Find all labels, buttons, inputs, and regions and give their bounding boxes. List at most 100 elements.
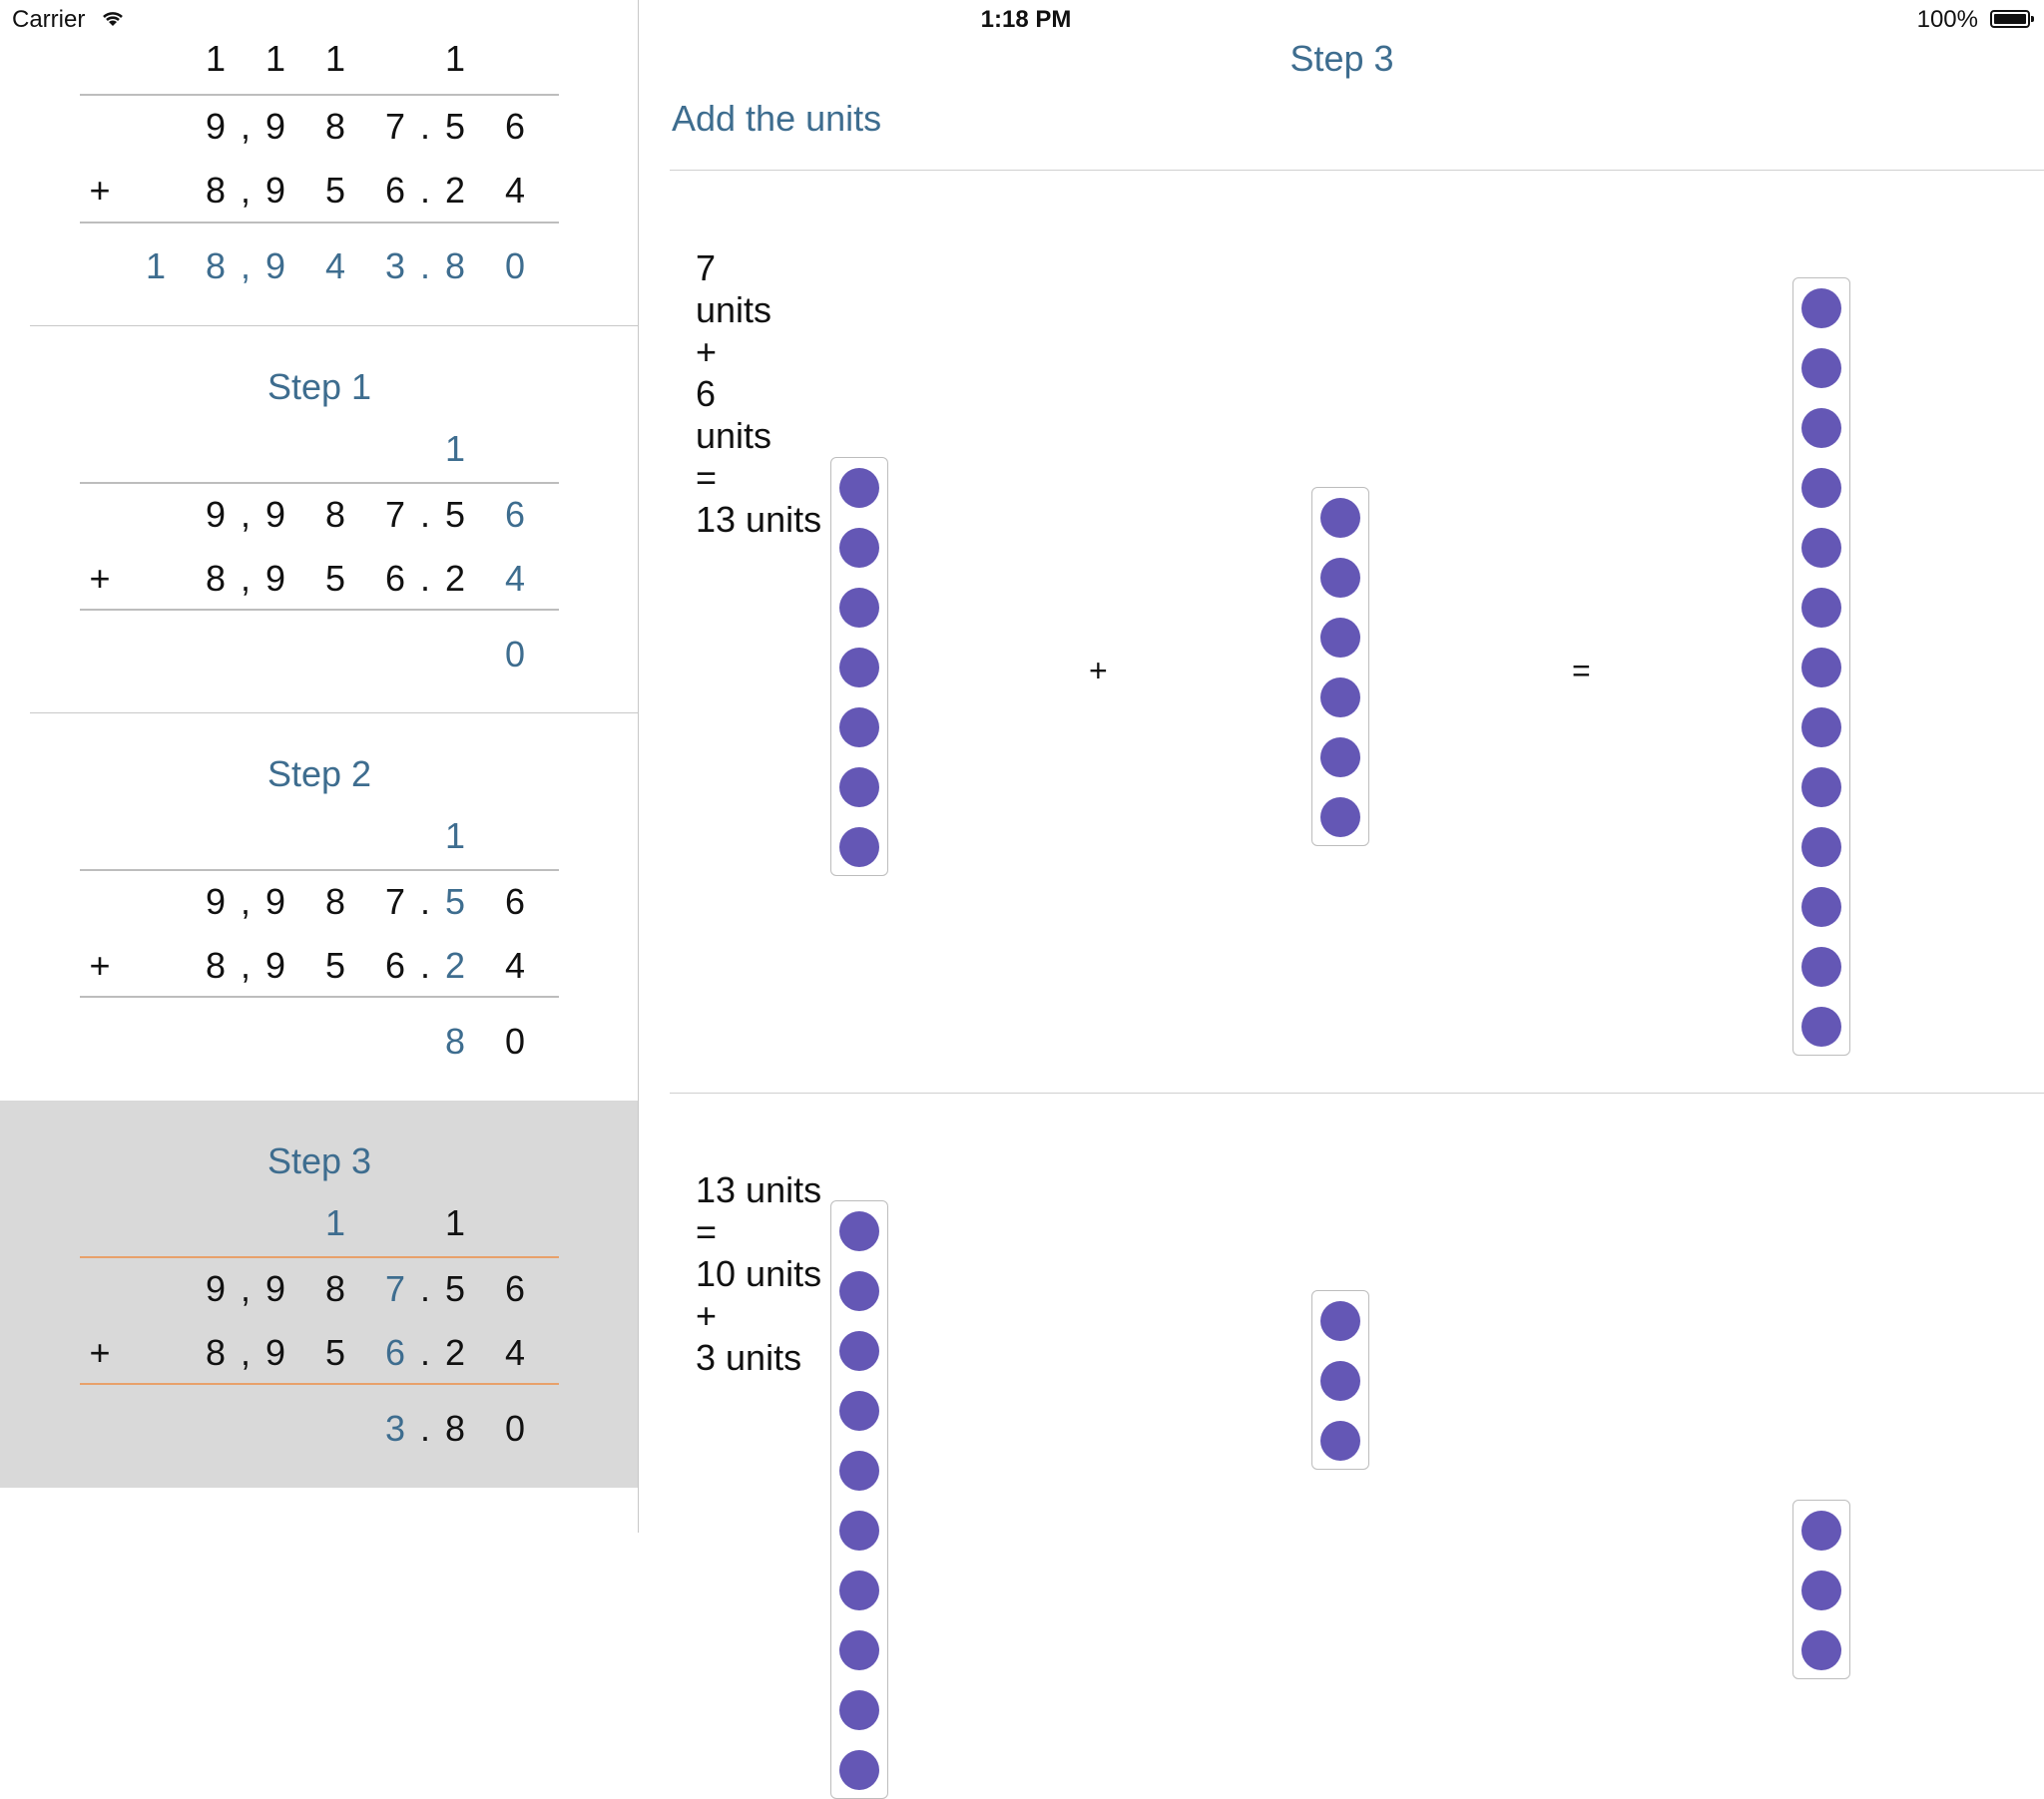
addend-bottom-row: + 8 , 9 5 6 . 2 4: [0, 558, 638, 608]
addend-top-row: 9 , 9 8 7 . 5 6: [0, 106, 638, 156]
digit: 0: [504, 634, 526, 675]
plus-sign: +: [1089, 653, 1108, 688]
digit: 6: [504, 106, 526, 147]
divider-rule: [80, 869, 559, 871]
carry-row: 1 1: [0, 1202, 638, 1252]
digit: 9: [264, 245, 286, 286]
unit-dot: [839, 1211, 879, 1251]
units-counter-remainder: [1792, 1500, 1850, 1679]
plus-sign: +: [696, 331, 718, 372]
equals-sign: =: [696, 457, 718, 498]
units-counter-right: [1311, 1290, 1369, 1470]
carry-row: 1 1 1 1: [0, 38, 638, 88]
equation-row-1: 7 units + 6 units = 13 units: [656, 206, 821, 583]
step-title: Step 3: [266, 1140, 372, 1181]
carry-digit: 1: [444, 38, 466, 79]
divider-rule: [80, 1256, 559, 1258]
addend-top-row: 9 , 9 8 7 . 5 6: [0, 1268, 638, 1318]
unit-dot: [839, 528, 879, 568]
plus-sign: +: [696, 1295, 718, 1336]
addend-top-row: 9 , 9 8 7 . 5 6: [0, 494, 638, 544]
unit-dot: [839, 1571, 879, 1610]
unit-dot: [839, 827, 879, 867]
unit-dot: [839, 1451, 879, 1491]
unit-dot: [1801, 767, 1841, 807]
unit-dot: [1801, 1630, 1841, 1670]
digit: 8: [444, 245, 466, 286]
divider-rule: [80, 94, 559, 96]
digit: 5: [444, 106, 466, 147]
result-row: 0: [0, 634, 638, 683]
unit-dot: [1801, 1007, 1841, 1047]
equals-sign: =: [1572, 653, 1591, 688]
digit: 8: [444, 1408, 466, 1449]
step-card-2[interactable]: Step 2 1 9 , 9 8 7 . 5 6 + 8 , 9 5 6 . 2…: [0, 713, 638, 1101]
step-title: Step 1: [266, 366, 372, 407]
divider-rule: [80, 222, 559, 224]
digit: 4: [324, 245, 346, 286]
units-counter-sum: [1792, 277, 1850, 1056]
unit-dot: [1320, 737, 1360, 777]
operand-value: 10 units: [696, 1253, 822, 1294]
unit-dot: [839, 1750, 879, 1790]
carry-digit: 1: [324, 38, 346, 79]
digit: 2: [444, 558, 466, 599]
digit: 8: [324, 494, 346, 535]
digit: 9: [264, 558, 286, 599]
sum-value: 13 units: [696, 499, 822, 540]
divider-rule: [80, 482, 559, 484]
divider-rule: [80, 609, 559, 611]
unit-dot: [1801, 588, 1841, 628]
digit: 9: [264, 881, 286, 922]
plus-sign: +: [89, 558, 111, 599]
divider-rule: [80, 996, 559, 998]
equals-sign: =: [696, 1211, 718, 1252]
unit-dot: [839, 1271, 879, 1311]
addend-bottom-row: + 8 , 9 5 6 . 2 4: [0, 1332, 638, 1382]
digit: 2: [444, 945, 466, 986]
digit: 6: [504, 1268, 526, 1309]
section-divider: [670, 170, 2044, 171]
divider-rule: [80, 1383, 559, 1385]
unit-dot: [1801, 408, 1841, 448]
digit: 9: [264, 106, 286, 147]
unit-dot: [839, 767, 879, 807]
digit: 6: [504, 881, 526, 922]
unit-dot: [839, 1391, 879, 1431]
operand-value: 6: [696, 373, 717, 414]
plus-sign: +: [89, 170, 111, 211]
digit: 9: [264, 1268, 286, 1309]
step-card-1[interactable]: Step 1 1 9 , 9 8 7 . 5 6 + 8 , 9 5 6 . 2…: [0, 326, 638, 713]
digit: 9: [264, 170, 286, 211]
unit-dot: [839, 1690, 879, 1730]
digit: 5: [324, 945, 346, 986]
operand-value: 13 units: [696, 1169, 822, 1210]
page-title: Step 3: [1289, 38, 1394, 79]
carry-digit: 1: [444, 815, 466, 856]
operand-value: 3 units: [696, 1337, 802, 1378]
equation-row-2: 13 units = 10 units + 3 units: [656, 1127, 821, 1421]
result-row: 3 . 8 0: [0, 1408, 638, 1458]
unit-dot: [1801, 947, 1841, 987]
units-counter-left: [830, 1200, 888, 1799]
digit: 4: [504, 558, 526, 599]
digit: 0: [504, 1021, 526, 1062]
unit-dot: [1801, 707, 1841, 747]
unit-dot: [1320, 797, 1360, 837]
digit: 8: [324, 1268, 346, 1309]
unit-dot: [1801, 348, 1841, 388]
operand-unit: units: [696, 415, 772, 456]
summary-card[interactable]: 1 1 1 1 9 , 9 8 7 . 5 6 + 8 , 9 5 6 . 2 …: [0, 0, 638, 325]
digit: 5: [444, 881, 466, 922]
digit: 8: [324, 106, 346, 147]
digit: 9: [264, 945, 286, 986]
unit-dot: [839, 648, 879, 687]
units-counter-right: [1311, 487, 1369, 846]
digit: 0: [504, 245, 526, 286]
carry-digit: 1: [444, 1202, 466, 1243]
digit: 5: [444, 1268, 466, 1309]
step-card-3[interactable]: Step 3 1 1 9 , 9 8 7 . 5 6 + 8 , 9 5 6 .…: [0, 1101, 638, 1488]
carry-digit: 1: [264, 38, 286, 79]
unit-dot: [1801, 468, 1841, 508]
plus-sign: +: [89, 1332, 111, 1373]
